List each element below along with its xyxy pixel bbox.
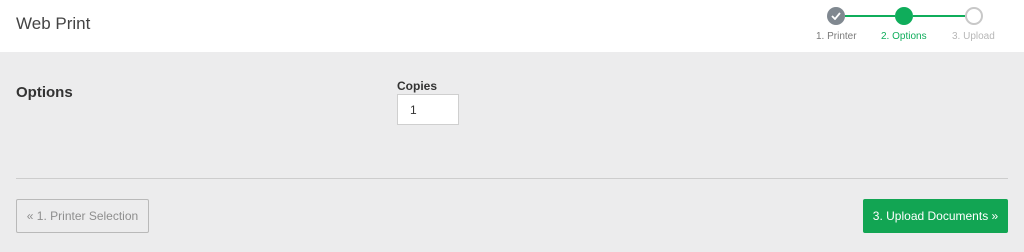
copies-input[interactable]	[397, 94, 459, 125]
step-3-label: 3. Upload	[952, 31, 995, 42]
app-title: Web Print	[16, 14, 91, 33]
upload-documents-button[interactable]: 3. Upload Documents »	[863, 199, 1008, 233]
stepper-connector-2	[913, 15, 965, 17]
footer-divider	[16, 178, 1008, 179]
header-bar: Web Print 1. Printer 2. Options 3. Uploa…	[0, 0, 1024, 52]
progress-stepper: 1. Printer 2. Options 3. Upload	[800, 0, 1024, 52]
step-1-complete-indicator	[827, 7, 845, 25]
copies-label: Copies	[397, 79, 438, 93]
check-icon	[831, 12, 841, 20]
step-2-label: 2. Options	[881, 31, 927, 42]
stepper-connector-1	[845, 15, 895, 17]
options-section-title: Options	[16, 84, 73, 101]
step-2-active-indicator	[895, 7, 913, 25]
back-to-printer-selection-button[interactable]: « 1. Printer Selection	[16, 199, 149, 233]
step-1-label: 1. Printer	[816, 31, 857, 42]
step-3-pending-indicator	[965, 7, 983, 25]
